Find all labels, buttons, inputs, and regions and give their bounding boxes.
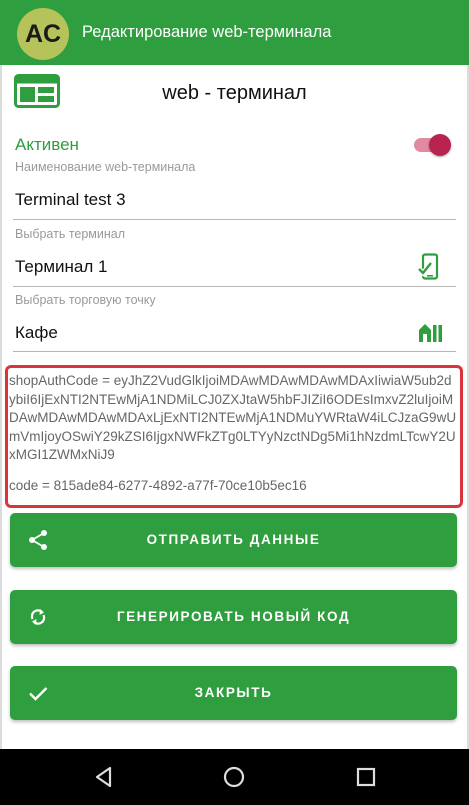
name-field-hint: Наименование web-терминала (15, 160, 196, 174)
terminal-select-underline (13, 286, 456, 287)
name-field-underline (13, 219, 456, 220)
phone-check-icon[interactable] (417, 253, 442, 286)
store-select-underline (13, 351, 456, 352)
store-field-hint: Выбрать торговую точку (15, 293, 156, 307)
name-field[interactable]: Terminal test 3 (15, 190, 126, 210)
terminal-field-hint: Выбрать терминал (15, 227, 126, 241)
send-data-button[interactable]: ОТПРАВИТЬ ДАННЫЕ (10, 513, 457, 567)
terminal-select[interactable]: Терминал 1 (15, 257, 107, 277)
close-button[interactable]: ЗАКРЫТЬ (10, 666, 457, 720)
back-icon[interactable] (90, 763, 118, 791)
avatar[interactable]: AC (17, 8, 69, 60)
active-toggle[interactable] (414, 134, 451, 156)
home-icon[interactable] (220, 763, 248, 791)
app-bar-title: Редактирование web-терминала (82, 23, 332, 41)
system-nav-bar (0, 749, 469, 805)
left-divider (0, 65, 2, 749)
close-label: ЗАКРЫТЬ (194, 685, 273, 700)
store-icon[interactable] (418, 321, 444, 348)
code-text: code = 815ade84-6277-4892-a77f-70ce10b5e… (9, 478, 307, 493)
store-select[interactable]: Кафе (15, 323, 58, 343)
app-bar: AC Редактирование web-терминала (0, 0, 469, 65)
generate-code-button[interactable]: ГЕНЕРИРОВАТЬ НОВЫЙ КОД (10, 590, 457, 644)
generate-code-label: ГЕНЕРИРОВАТЬ НОВЫЙ КОД (116, 609, 351, 624)
active-label: Активен (15, 135, 79, 154)
toggle-knob (429, 134, 451, 156)
shop-auth-code-text: shopAuthCode = eyJhZ2VudGlkIjoiMDAwMDAwM… (9, 373, 457, 463)
recents-icon[interactable] (352, 763, 380, 791)
page-title: web - терминал (162, 82, 307, 104)
send-data-label: ОТПРАВИТЬ ДАННЫЕ (146, 532, 321, 547)
